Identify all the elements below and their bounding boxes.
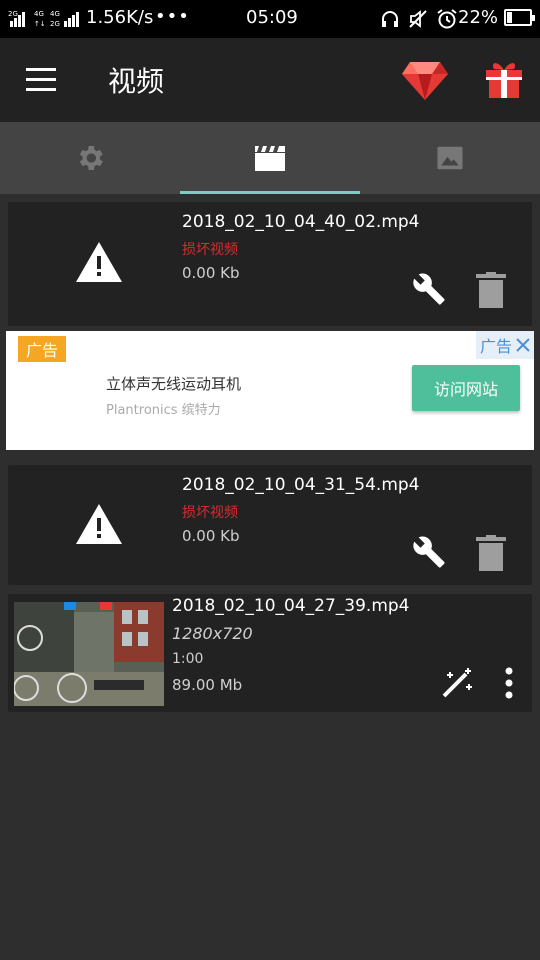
status-label: 损坏视频 xyxy=(182,505,238,521)
status-bar: 2G 4G ↑↓ 4G 2G 1.56K/s ••• 05:09 22% xyxy=(0,0,540,38)
menu-icon[interactable] xyxy=(26,68,56,92)
tab-settings[interactable] xyxy=(0,122,180,194)
clock: 05:09 xyxy=(246,7,298,28)
notification-dots: ••• xyxy=(155,6,190,27)
tab-images[interactable] xyxy=(360,122,540,194)
list-item[interactable]: 2018_02_10_04_31_54.mp4 损坏视频 0.00 Kb xyxy=(8,465,532,585)
file-size: 89.00 Mb xyxy=(172,676,243,694)
status-label: 损坏视频 xyxy=(182,242,238,258)
app-bar: 视频 xyxy=(0,38,540,122)
video-duration: 1:00 xyxy=(172,651,204,667)
tab-videos[interactable] xyxy=(180,122,360,194)
net-speed: 1.56K/s xyxy=(86,7,154,28)
svg-text:↑↓: ↑↓ xyxy=(34,20,46,28)
video-thumbnail[interactable] xyxy=(14,602,164,706)
signal-icon: 2G 4G ↑↓ 4G 2G xyxy=(8,8,82,28)
file-name: 2018_02_10_04_40_02.mp4 xyxy=(182,212,420,232)
visit-site-button[interactable]: 访问网站 xyxy=(412,365,520,411)
battery-percent: 22% xyxy=(458,7,499,28)
wrench-icon[interactable] xyxy=(412,535,446,569)
image-icon xyxy=(437,146,463,170)
file-size: 0.00 Kb xyxy=(182,264,240,282)
ad-corner: 广告 xyxy=(475,331,534,359)
tab-indicator xyxy=(180,191,360,194)
video-resolution: 1280x720 xyxy=(172,624,253,643)
clapperboard-icon xyxy=(255,146,285,171)
ad-corner-label: 广告 xyxy=(479,337,512,356)
wrench-icon[interactable] xyxy=(412,272,446,306)
file-name: 2018_02_10_04_27_39.mp4 xyxy=(172,596,410,616)
svg-text:4G: 4G xyxy=(50,10,60,18)
battery-icon xyxy=(504,9,535,26)
gem-icon[interactable] xyxy=(402,60,448,100)
mute-icon xyxy=(409,10,427,28)
ad-title: 立体声无线运动耳机 xyxy=(106,375,242,393)
page-title: 视频 xyxy=(108,65,165,98)
svg-text:4G: 4G xyxy=(34,10,44,18)
file-size: 0.00 Kb xyxy=(182,527,240,545)
tab-bar xyxy=(0,122,540,194)
trash-icon[interactable] xyxy=(476,272,506,308)
file-name: 2018_02_10_04_31_54.mp4 xyxy=(182,475,420,495)
svg-text:2G: 2G xyxy=(50,20,60,28)
warning-icon xyxy=(76,504,122,544)
magic-wand-icon[interactable] xyxy=(440,666,474,700)
ad-tag: 广告 xyxy=(18,336,67,362)
headphones-icon xyxy=(382,11,398,27)
list-item[interactable]: 2018_02_10_04_40_02.mp4 损坏视频 0.00 Kb xyxy=(8,202,532,326)
close-icon[interactable] xyxy=(516,338,530,352)
svg-text:2G: 2G xyxy=(8,10,18,18)
gift-icon[interactable] xyxy=(484,60,524,100)
trash-icon[interactable] xyxy=(476,535,506,571)
warning-icon xyxy=(76,242,122,282)
list-item[interactable]: 2018_02_10_04_27_39.mp4 1280x720 1:00 89… xyxy=(8,594,532,712)
ad-banner[interactable]: 广告 广告 立体声无线运动耳机 Plantronics 缤特力 访问网站 xyxy=(6,331,534,450)
gear-icon xyxy=(79,146,103,170)
alarm-icon xyxy=(437,9,457,29)
more-options-icon[interactable] xyxy=(504,666,514,700)
ad-subtitle: Plantronics 缤特力 xyxy=(106,403,221,418)
